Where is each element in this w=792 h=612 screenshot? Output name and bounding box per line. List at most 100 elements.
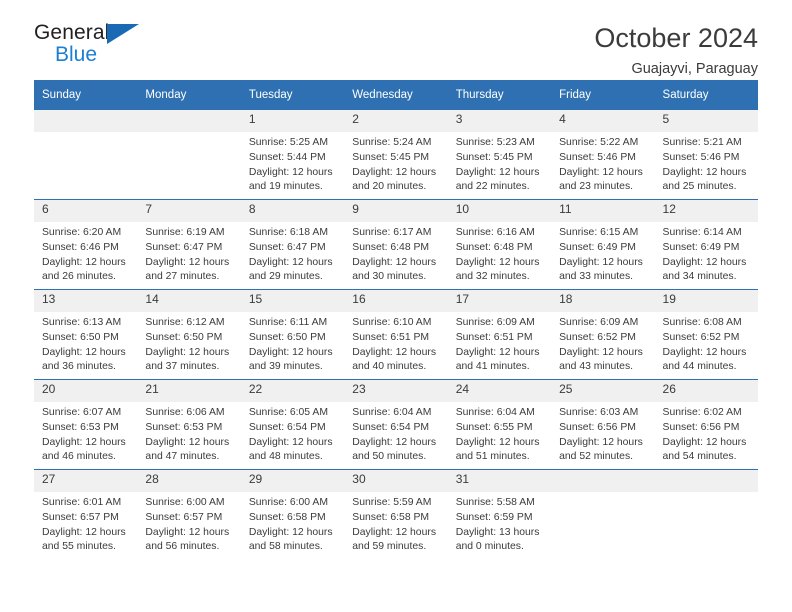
calendar-day-cell[interactable]: 19 Sunrise: 6:08 AM Sunset: 6:52 PM Dayligh…	[654, 289, 758, 380]
daylight-duration-line2: and 58 minutes.	[248, 541, 323, 553]
calendar-day-cell[interactable]: 3 Sunrise: 5:23 AM Sunset: 5:45 PM Daylight…	[447, 110, 552, 200]
calendar-day-cell[interactable]: 28 Sunrise: 6:00 AM Sunset: 6:57 PM Dayligh…	[137, 469, 241, 559]
day-number: 26	[654, 380, 758, 402]
calendar-day-cell[interactable]: 17 Sunrise: 6:09 AM Sunset: 6:51 PM Dayligh…	[447, 289, 552, 380]
daylight-duration-line1: Daylight: 12 hours	[42, 436, 126, 448]
sunset-time: Sunset: 5:45 PM	[352, 151, 430, 163]
daylight-duration-line2: and 51 minutes.	[455, 451, 530, 463]
calendar-day-cell[interactable]: 4 Sunrise: 5:22 AM Sunset: 5:46 PM Daylight…	[551, 110, 655, 200]
daylight-duration-line2: and 50 minutes.	[352, 451, 427, 463]
page-subtitle: Guajayvi, Paraguay	[631, 60, 758, 77]
sunrise-time: Sunrise: 5:25 AM	[248, 137, 328, 148]
calendar-day-cell[interactable]: 13 Sunrise: 6:13 AM Sunset: 6:50 PM Dayligh…	[34, 289, 138, 380]
daylight-duration-line2: and 41 minutes.	[455, 361, 530, 373]
calendar-day-cell[interactable]: 22 Sunrise: 6:05 AM Sunset: 6:54 PM Dayligh…	[240, 379, 345, 470]
calendar-week-row: 13 Sunrise: 6:13 AM Sunset: 6:50 PM Dayligh…	[34, 289, 758, 380]
day-details: Sunrise: 6:07 AM Sunset: 6:53 PM Daylight:…	[34, 402, 137, 465]
daylight-duration-line1: Daylight: 13 hours	[455, 526, 540, 538]
calendar-week-row: 27 Sunrise: 6:01 AM Sunset: 6:57 PM Dayligh…	[34, 469, 758, 559]
day-number: 8	[240, 200, 345, 222]
calendar-day-cell[interactable]: 21 Sunrise: 6:06 AM Sunset: 6:53 PM Dayligh…	[137, 379, 241, 470]
calendar-day-cell[interactable]: 31 Sunrise: 5:58 AM Sunset: 6:59 PM Dayligh…	[447, 469, 552, 559]
calendar-day-cell[interactable]: 14 Sunrise: 6:12 AM Sunset: 6:50 PM Dayligh…	[137, 289, 241, 380]
day-details: Sunrise: 6:09 AM Sunset: 6:51 PM Daylight:…	[448, 312, 551, 375]
day-number: 23	[344, 380, 448, 402]
daylight-duration-line1: Daylight: 12 hours	[145, 346, 230, 358]
day-details: Sunrise: 6:13 AM Sunset: 6:50 PM Daylight:…	[34, 312, 137, 375]
calendar-day-cell[interactable]: 30 Sunrise: 5:59 AM Sunset: 6:58 PM Dayligh…	[344, 469, 448, 559]
day-details: Sunrise: 6:14 AM Sunset: 6:49 PM Daylight:…	[655, 222, 758, 285]
generalblue-logo[interactable]: General Blue	[34, 22, 146, 65]
sunrise-time: Sunrise: 5:24 AM	[352, 137, 432, 148]
calendar-day-cell[interactable]: 6 Sunrise: 6:20 AM Sunset: 6:46 PM Daylight…	[34, 199, 138, 290]
day-number: 11	[551, 200, 655, 222]
day-number: 10	[447, 200, 552, 222]
calendar-day-cell[interactable]: 2 Sunrise: 5:24 AM Sunset: 5:45 PM Daylight…	[344, 110, 448, 200]
day-details: Sunrise: 5:21 AM Sunset: 5:46 PM Daylight:…	[655, 132, 758, 195]
calendar-day-cell[interactable]: 15 Sunrise: 6:11 AM Sunset: 6:50 PM Dayligh…	[240, 289, 345, 380]
weekday-header-sunday: Sunday	[34, 80, 138, 110]
sunrise-time: Sunrise: 5:59 AM	[352, 497, 432, 508]
day-number: 17	[447, 290, 552, 312]
sunset-time: Sunset: 5:45 PM	[455, 151, 533, 163]
calendar-day-cell[interactable]: 10 Sunrise: 6:16 AM Sunset: 6:48 PM Dayligh…	[447, 199, 552, 290]
day-details: Sunrise: 6:12 AM Sunset: 6:50 PM Daylight:…	[137, 312, 240, 375]
calendar-day-cell[interactable]: 25 Sunrise: 6:03 AM Sunset: 6:56 PM Dayligh…	[551, 379, 655, 470]
calendar-day-cell[interactable]: 7 Sunrise: 6:19 AM Sunset: 6:47 PM Daylight…	[137, 199, 241, 290]
daylight-duration-line2: and 46 minutes.	[42, 451, 116, 463]
sunrise-time: Sunrise: 6:06 AM	[145, 407, 225, 418]
calendar-day-cell[interactable]: 1 Sunrise: 5:25 AM Sunset: 5:44 PM Daylight…	[240, 110, 345, 200]
daylight-duration-line2: and 20 minutes.	[352, 181, 427, 193]
sunrise-time: Sunrise: 6:13 AM	[42, 317, 122, 328]
sunrise-time: Sunrise: 6:14 AM	[662, 227, 742, 238]
calendar-day-cell[interactable]: 12 Sunrise: 6:14 AM Sunset: 6:49 PM Dayligh…	[654, 199, 758, 290]
sunset-time: Sunset: 6:50 PM	[145, 331, 223, 343]
sunset-time: Sunset: 6:54 PM	[352, 421, 430, 433]
daylight-duration-line1: Daylight: 12 hours	[248, 166, 333, 178]
sunset-time: Sunset: 6:53 PM	[42, 421, 119, 433]
day-number: 1	[240, 110, 345, 132]
daylight-duration-line1: Daylight: 12 hours	[145, 436, 230, 448]
day-number	[551, 470, 655, 492]
calendar-day-cell[interactable]: 8 Sunrise: 6:18 AM Sunset: 6:47 PM Daylight…	[240, 199, 345, 290]
day-details: Sunrise: 6:00 AM Sunset: 6:57 PM Daylight:…	[137, 492, 240, 555]
calendar-day-cell[interactable]: 26 Sunrise: 6:02 AM Sunset: 6:56 PM Dayligh…	[654, 379, 758, 470]
calendar-day-cell[interactable]: 16 Sunrise: 6:10 AM Sunset: 6:51 PM Dayligh…	[344, 289, 448, 380]
daylight-duration-line1: Daylight: 12 hours	[455, 436, 540, 448]
daylight-duration-line2: and 55 minutes.	[42, 541, 116, 553]
weekday-header-monday: Monday	[137, 80, 241, 110]
daylight-duration-line2: and 26 minutes.	[42, 271, 116, 283]
sunrise-time: Sunrise: 6:00 AM	[145, 497, 225, 508]
calendar-day-cell[interactable]: 11 Sunrise: 6:15 AM Sunset: 6:49 PM Dayligh…	[551, 199, 655, 290]
sunrise-time: Sunrise: 5:22 AM	[559, 137, 639, 148]
weekday-header-friday: Friday	[551, 80, 655, 110]
sunrise-time: Sunrise: 5:21 AM	[662, 137, 742, 148]
calendar-day-cell[interactable]: 27 Sunrise: 6:01 AM Sunset: 6:57 PM Dayligh…	[34, 469, 138, 559]
daylight-duration-line1: Daylight: 12 hours	[248, 256, 333, 268]
calendar-day-cell[interactable]: 23 Sunrise: 6:04 AM Sunset: 6:54 PM Dayligh…	[344, 379, 448, 470]
day-details: Sunrise: 6:18 AM Sunset: 6:47 PM Daylight:…	[241, 222, 344, 285]
day-number: 4	[551, 110, 655, 132]
daylight-duration-line1: Daylight: 12 hours	[352, 166, 437, 178]
daylight-duration-line1: Daylight: 12 hours	[455, 166, 540, 178]
day-number: 24	[447, 380, 552, 402]
calendar-day-cell[interactable]: 20 Sunrise: 6:07 AM Sunset: 6:53 PM Dayligh…	[34, 379, 138, 470]
calendar-day-cell[interactable]: 5 Sunrise: 5:21 AM Sunset: 5:46 PM Daylight…	[654, 110, 758, 200]
sunset-time: Sunset: 6:57 PM	[145, 511, 223, 523]
sunset-time: Sunset: 6:59 PM	[455, 511, 533, 523]
day-details: Sunrise: 6:09 AM Sunset: 6:52 PM Daylight:…	[551, 312, 654, 375]
page-title: October 2024	[594, 23, 758, 53]
daylight-duration-line2: and 33 minutes.	[559, 271, 634, 283]
calendar-day-cell[interactable]: 18 Sunrise: 6:09 AM Sunset: 6:52 PM Dayligh…	[551, 289, 655, 380]
calendar-week-row: 1 Sunrise: 5:25 AM Sunset: 5:44 PM Daylight…	[34, 110, 758, 200]
sunrise-time: Sunrise: 6:03 AM	[559, 407, 639, 418]
sunrise-time: Sunrise: 6:17 AM	[352, 227, 432, 238]
daylight-duration-line1: Daylight: 12 hours	[455, 346, 540, 358]
daylight-duration-line1: Daylight: 12 hours	[352, 526, 437, 538]
daylight-duration-line1: Daylight: 12 hours	[42, 346, 126, 358]
calendar-day-cell[interactable]: 24 Sunrise: 6:04 AM Sunset: 6:55 PM Dayligh…	[447, 379, 552, 470]
day-details: Sunrise: 6:20 AM Sunset: 6:46 PM Daylight:…	[34, 222, 137, 285]
sunrise-time: Sunrise: 6:00 AM	[248, 497, 328, 508]
calendar-day-cell[interactable]: 29 Sunrise: 6:00 AM Sunset: 6:58 PM Dayligh…	[240, 469, 345, 559]
calendar-day-cell[interactable]: 9 Sunrise: 6:17 AM Sunset: 6:48 PM Daylight…	[344, 199, 448, 290]
